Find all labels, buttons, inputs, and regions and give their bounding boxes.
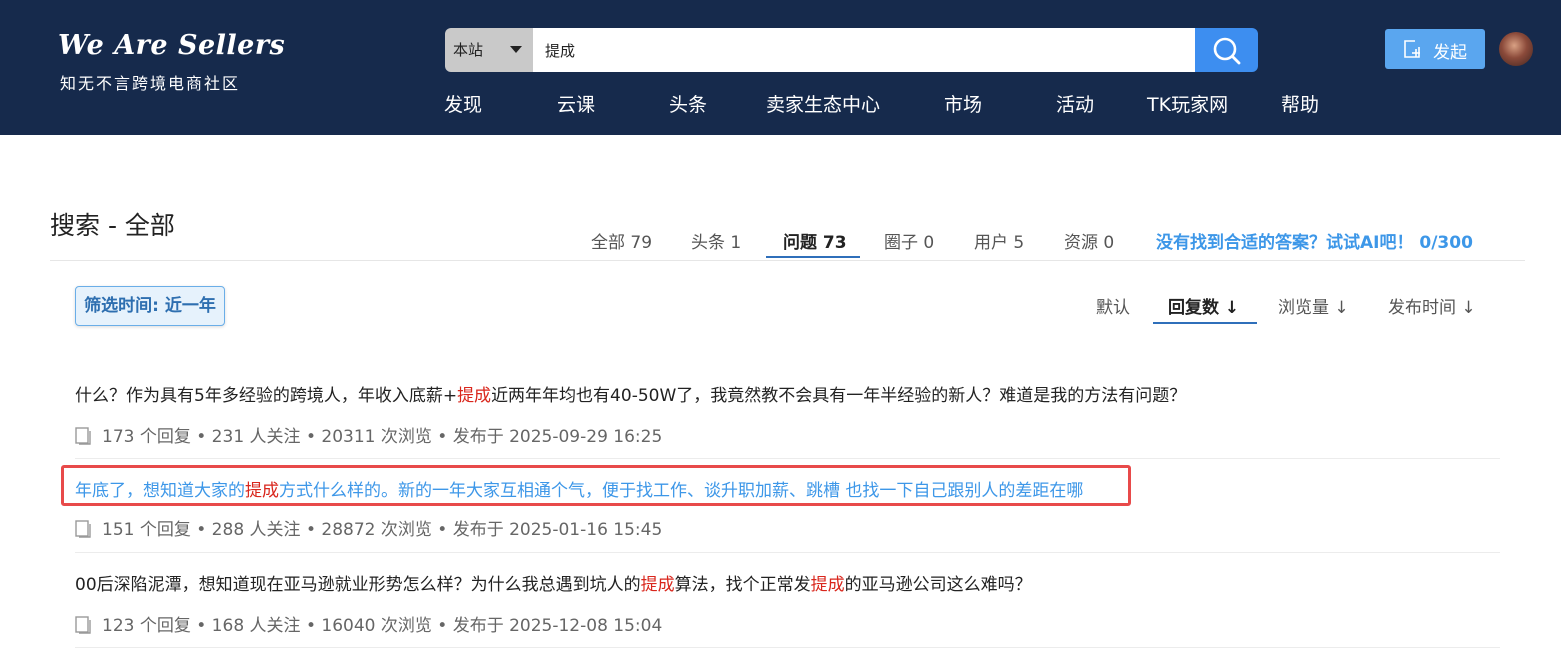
search-input[interactable] [533, 28, 1195, 72]
document-icon [75, 616, 91, 634]
title-text: 什么？作为具有5年多经验的跨境人，年收入底薪+ [75, 386, 458, 406]
user-avatar[interactable] [1499, 32, 1533, 66]
result-title[interactable]: 年底了，想知道大家的提成方式什么样的。新的一年大家互相通个气，便于找工作、谈升职… [75, 476, 1083, 501]
active-sort-indicator [1153, 322, 1257, 324]
result-title[interactable]: 00后深陷泥潭，想知道现在亚马逊就业形势怎么样？为什么我总遇到坑人的提成算法，找… [75, 570, 1032, 595]
tab-all[interactable]: 全部 79 [591, 228, 652, 253]
result-stats: 123 个回复 • 168 人关注 • 16040 次浏览 • 发布于 2025… [102, 616, 663, 636]
title-text: 年底了，想知道大家的 [75, 481, 245, 501]
result-meta: 123 个回复 • 168 人关注 • 16040 次浏览 • 发布于 2025… [75, 611, 662, 636]
keyword-highlight: 提成 [457, 386, 492, 406]
ai-assistant-link[interactable]: 没有找到合适的答案？试试AI吧！ 0/300 [1156, 228, 1473, 253]
search-bar: 本站 [445, 28, 1258, 72]
sort-views[interactable]: 浏览量 ↓ [1278, 293, 1349, 318]
nav-events[interactable]: 活动 [1056, 90, 1094, 117]
search-button[interactable] [1195, 28, 1258, 72]
post-button[interactable]: 发起 [1385, 29, 1485, 69]
result-meta: 173 个回复 • 231 人关注 • 20311 次浏览 • 发布于 2025… [75, 422, 662, 447]
nav-seller-ecosystem[interactable]: 卖家生态中心 [766, 90, 880, 117]
new-post-icon [1404, 40, 1420, 58]
active-tab-indicator [766, 256, 860, 258]
tab-users[interactable]: 用户 5 [974, 228, 1024, 253]
divider [75, 647, 1500, 648]
document-icon [75, 427, 91, 445]
post-button-label: 发起 [1433, 43, 1467, 63]
divider [50, 260, 1525, 261]
title-text: 的亚马逊公司这么难吗？ [844, 575, 1032, 595]
divider [75, 458, 1500, 459]
site-logo[interactable]: We Are Sellers [58, 30, 285, 61]
title-text: 方式什么样的。新的一年大家互相通个气，便于找工作、谈升职加薪、跳槽 也找一下自己… [279, 481, 1084, 501]
caret-down-icon [510, 46, 522, 53]
nav-discover[interactable]: 发现 [444, 90, 482, 117]
title-text: 算法，找个正常发 [674, 575, 811, 595]
nav-cloud-course[interactable]: 云课 [557, 90, 595, 117]
search-icon [1213, 37, 1241, 65]
tab-resources[interactable]: 资源 0 [1064, 228, 1114, 253]
time-filter-button[interactable]: 筛选时间: 近一年 [75, 286, 225, 326]
sort-default[interactable]: 默认 [1096, 293, 1130, 318]
divider [75, 552, 1500, 553]
tab-headlines[interactable]: 头条 1 [691, 228, 741, 253]
sort-replies[interactable]: 回复数 ↓ [1168, 293, 1239, 318]
top-header: We Are Sellers 知无不言跨境电商社区 本站 发现 云课 头条 卖家… [0, 0, 1561, 135]
keyword-highlight: 提成 [245, 481, 279, 501]
result-title[interactable]: 什么？作为具有5年多经验的跨境人，年收入底薪+提成近两年年均也有40-50W了，… [75, 381, 1186, 406]
nav-tk-players[interactable]: TK玩家网 [1147, 90, 1228, 117]
keyword-highlight: 提成 [810, 575, 845, 595]
search-scope-select[interactable]: 本站 [445, 28, 533, 72]
document-icon [75, 520, 91, 538]
result-stats: 173 个回复 • 231 人关注 • 20311 次浏览 • 发布于 2025… [102, 427, 663, 447]
result-meta: 151 个回复 • 288 人关注 • 28872 次浏览 • 发布于 2025… [75, 515, 662, 540]
sort-publish-time[interactable]: 发布时间 ↓ [1388, 293, 1476, 318]
result-stats: 151 个回复 • 288 人关注 • 28872 次浏览 • 发布于 2025… [102, 520, 663, 540]
tab-circles[interactable]: 圈子 0 [884, 228, 934, 253]
search-scope-label: 本站 [453, 41, 484, 59]
title-text: 近两年年均也有40-50W了，我竟然教不会具有一年半经验的新人？难道是我的方法有… [491, 386, 1187, 406]
nav-headlines[interactable]: 头条 [669, 90, 707, 117]
nav-help[interactable]: 帮助 [1281, 90, 1319, 117]
tab-questions[interactable]: 问题 73 [783, 228, 847, 253]
nav-market[interactable]: 市场 [944, 90, 982, 117]
keyword-highlight: 提成 [640, 575, 675, 595]
site-slogan: 知无不言跨境电商社区 [60, 74, 241, 93]
page-title: 搜索 - 全部 [50, 211, 175, 240]
title-text: 00后深陷泥潭，想知道现在亚马逊就业形势怎么样？为什么我总遇到坑人的 [75, 575, 641, 595]
